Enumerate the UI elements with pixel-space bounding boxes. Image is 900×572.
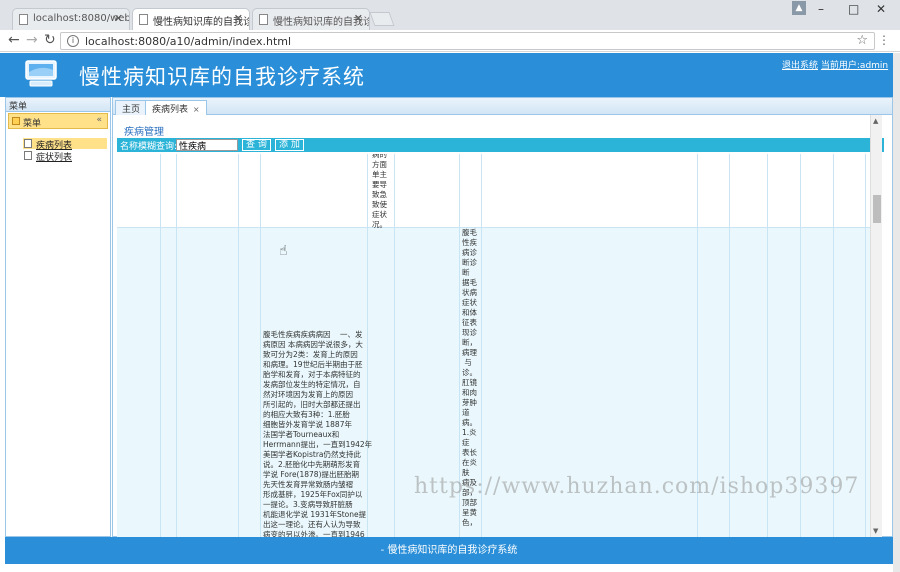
search-toolbar: 名称模糊查询: 查 询 添 加 <box>117 138 884 152</box>
tab-label: 疾病列表 <box>152 105 189 115</box>
collapse-icon[interactable]: « <box>96 115 102 125</box>
table-cell-text: 病的 方面 单主 要导 致急 致使 症状 况。 <box>372 154 387 229</box>
browser-tab-active[interactable]: 慢性病知识库的自我诊疗 ✕ <box>132 8 250 30</box>
page-icon <box>139 14 148 25</box>
disease-description-cell: 腹毛性疾病疾病病因 一、发 病原因 本病病因学说很多，大 致可分为2类：发育上的… <box>263 330 373 538</box>
column-divider <box>865 154 866 538</box>
search-label: 名称模糊查询: <box>120 142 178 152</box>
column-divider <box>260 154 261 538</box>
app-footer: - 慢性病知识库的自我诊疗系统 <box>5 537 893 564</box>
new-tab-button[interactable] <box>369 12 395 26</box>
close-icon[interactable]: ✕ <box>114 12 123 25</box>
app-header: 慢性病知识库的自我诊疗系统 退出系统 当前用户:admin <box>0 53 893 97</box>
tab-disease-list[interactable]: 疾病列表 × <box>145 100 207 115</box>
profile-icon[interactable]: ▲ <box>792 1 806 15</box>
app-title: 慢性病知识库的自我诊疗系统 <box>79 65 365 89</box>
address-bar: ← → ↻ i localhost:8080/a10/admin/index.h… <box>0 30 900 52</box>
table-row <box>117 154 873 228</box>
page-icon <box>259 14 268 25</box>
page-icon <box>19 14 28 25</box>
column-divider <box>160 154 161 538</box>
reload-icon[interactable]: ↻ <box>44 32 56 48</box>
sidebar-group-menu[interactable]: 菜单 « <box>8 113 108 129</box>
sidebar-item-disease-list[interactable]: 疾病列表 <box>23 138 107 151</box>
user-links: 退出系统 当前用户:admin <box>782 58 888 71</box>
back-arrow-icon[interactable]: ← <box>8 32 20 48</box>
watermark: https://www.huzhan.com/ishop39397 <box>414 474 860 499</box>
sidebar-item-label: 症状列表 <box>36 153 73 163</box>
bookmark-star-icon[interactable]: ☆ <box>856 33 868 48</box>
maximize-button[interactable]: □ <box>848 2 859 16</box>
content-scrollbar[interactable]: ▲ ▼ <box>870 115 882 537</box>
column-divider <box>176 154 177 538</box>
url-input[interactable]: i localhost:8080/a10/admin/index.html ☆ <box>60 32 875 50</box>
scroll-down-icon[interactable]: ▼ <box>873 527 878 535</box>
file-icon <box>24 151 32 160</box>
menu-dots-icon[interactable]: ⋮ <box>878 33 890 47</box>
sidebar-header: 菜单 <box>6 98 110 112</box>
tab-home[interactable]: 主页 <box>115 100 148 115</box>
computer-logo-icon <box>25 60 57 87</box>
query-button[interactable]: 查 询 <box>242 139 271 151</box>
search-input[interactable] <box>176 139 238 151</box>
tab-label: 主页 <box>122 105 141 115</box>
main-panel: 主页 疾病列表 × 疾病管理 名称模糊查询: 查 询 添 加 病的 方面 单主 … <box>112 97 893 538</box>
close-icon[interactable]: ✕ <box>234 12 243 25</box>
browser-tab-strip: localhost:8080/webto... ✕ 慢性病知识库的自我诊疗 ✕ … <box>0 0 900 30</box>
panel-tab-strip: 主页 疾病列表 × <box>113 98 892 115</box>
logout-link[interactable]: 退出系统 <box>782 61 818 71</box>
browser-tab[interactable]: localhost:8080/webto... ✕ <box>12 8 130 30</box>
forward-arrow-icon[interactable]: → <box>26 32 38 48</box>
browser-tab[interactable]: 慢性病知识库的自我诊疗 ✕ <box>252 8 370 30</box>
hand-cursor-icon: ☝ <box>279 243 288 259</box>
section-title: 疾病管理 <box>124 127 164 138</box>
current-user-link[interactable]: 当前用户:admin <box>821 61 888 71</box>
tab-close-icon[interactable]: × <box>193 105 200 114</box>
info-icon[interactable]: i <box>67 35 79 47</box>
window-close-button[interactable]: ✕ <box>876 2 886 16</box>
scroll-up-icon[interactable]: ▲ <box>873 117 878 125</box>
column-divider <box>394 154 395 538</box>
close-icon[interactable]: ✕ <box>354 12 363 25</box>
sidebar-group-label: 菜单 <box>23 119 42 129</box>
minimize-button[interactable]: – <box>818 2 824 16</box>
sidebar: 菜单 菜单 « 疾病列表 症状列表 <box>5 97 111 537</box>
file-icon <box>24 139 32 148</box>
sidebar-item-symptom-list[interactable]: 症状列表 <box>23 150 107 163</box>
column-divider <box>238 154 239 538</box>
scroll-thumb[interactable] <box>873 195 881 223</box>
add-button[interactable]: 添 加 <box>275 139 304 151</box>
folder-icon <box>12 117 20 125</box>
window-scrollbar[interactable] <box>893 53 900 572</box>
url-text: localhost:8080/a10/admin/index.html <box>85 35 292 48</box>
